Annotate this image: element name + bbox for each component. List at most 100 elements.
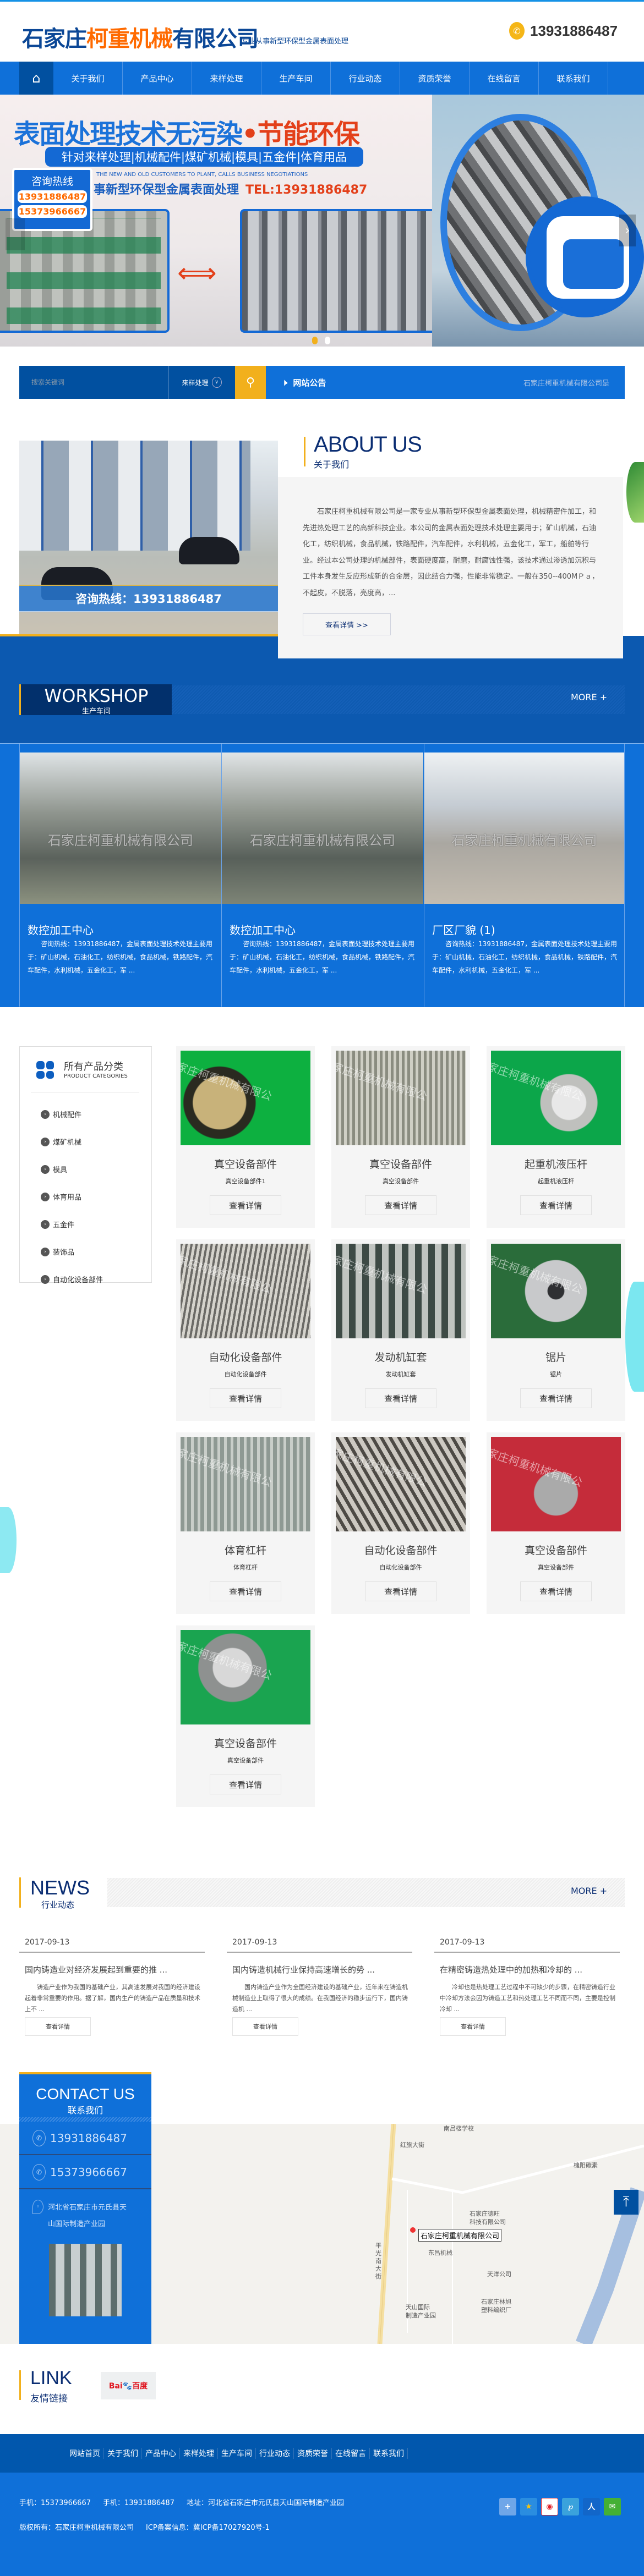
footer-nav-link[interactable]: 关于我们 xyxy=(104,2448,142,2459)
category-item[interactable]: › 装饰品 xyxy=(41,1246,74,1257)
wechat-icon[interactable]: ✉ xyxy=(604,2498,621,2515)
product-card[interactable]: 家庄柯重机械有限公 自动化设备部件 自动化设备部件 查看详情 xyxy=(176,1239,315,1421)
news-title-link[interactable]: 国内铸造机械行业保持高速增长的势 ... xyxy=(232,1964,408,1975)
product-detail-button[interactable]: 查看详情 xyxy=(210,1195,281,1215)
nav-item[interactable]: 产品中心 xyxy=(123,62,192,95)
category-item[interactable]: › 煤矿机械 xyxy=(41,1136,81,1147)
banner-prev-button[interactable] xyxy=(6,218,25,250)
news-detail-button[interactable]: 查看详情 xyxy=(440,2017,506,2036)
notice-text[interactable]: 石家庄柯重机械有限公司是 xyxy=(523,377,609,388)
product-detail-button[interactable]: 查看详情 xyxy=(520,1581,592,1601)
product-name[interactable]: 自动化设备部件 xyxy=(176,1349,315,1364)
banner-next-button[interactable]: › xyxy=(619,215,636,246)
news-title-link[interactable]: 国内铸造业对经济发展起到重要的推 ... xyxy=(25,1964,201,1975)
footer-icp[interactable]: ICP备案信息：冀ICP备17027920号-1 xyxy=(146,2524,270,2532)
renren-icon[interactable]: 人 xyxy=(583,2498,600,2515)
product-card[interactable]: 家庄柯重机械有限公 真空设备部件 真空设备部件1 查看详情 xyxy=(176,1046,315,1228)
product-image[interactable]: 家庄柯重机械有限公 xyxy=(336,1437,466,1531)
product-card[interactable]: 家庄柯重机械有限公 起重机液压杆 起重机液压杆 查看详情 xyxy=(487,1046,625,1228)
news-title-link[interactable]: 在精密铸造热处理中的加热和冷却的 ... xyxy=(440,1964,616,1975)
product-image[interactable]: 家庄柯重机械有限公 xyxy=(491,1437,621,1531)
nav-item[interactable]: 在线留言 xyxy=(470,62,539,95)
nav-item[interactable]: 资质荣誉 xyxy=(400,62,470,95)
about-accent-line xyxy=(0,634,278,636)
product-detail-button[interactable]: 查看详情 xyxy=(210,1581,281,1601)
search-category-select[interactable]: 来样处理 ∨ xyxy=(168,366,235,399)
product-name[interactable]: 体育杠杆 xyxy=(176,1542,315,1557)
map-marker[interactable]: 石家庄柯重机械有限公司 xyxy=(418,2229,502,2242)
product-name[interactable]: 自动化设备部件 xyxy=(331,1542,470,1557)
product-image[interactable]: 家庄柯重机械有限公 xyxy=(181,1244,310,1338)
footer-nav-link[interactable]: 在线留言 xyxy=(332,2448,370,2459)
search-input[interactable] xyxy=(19,366,168,399)
footer-nav-link[interactable]: 资质荣誉 xyxy=(294,2448,332,2459)
nav-item[interactable]: 行业动态 xyxy=(331,62,400,95)
product-image[interactable]: 家庄柯重机械有限公 xyxy=(491,1051,621,1145)
share-more-icon[interactable]: + xyxy=(499,2498,516,2515)
category-item[interactable]: › 体育用品 xyxy=(41,1191,81,1202)
product-image[interactable]: 家庄柯重机械有限公 xyxy=(181,1051,310,1145)
product-image[interactable]: 家庄柯重机械有限公 xyxy=(181,1630,310,1724)
category-item[interactable]: › 模具 xyxy=(41,1164,67,1174)
footer-nav-link[interactable]: 联系我们 xyxy=(370,2448,408,2459)
slide-dot-2[interactable] xyxy=(325,337,330,344)
weibo-icon[interactable]: ◉ xyxy=(541,2498,558,2515)
product-name[interactable]: 真空设备部件 xyxy=(176,1735,315,1750)
workshop-card[interactable]: 石家庄柯重机械有限公司 厂区厂貌 (1) 咨询热线：13931886487，金属表面… xyxy=(424,744,625,1007)
back-to-top-button[interactable]: ⤒ xyxy=(614,2190,638,2215)
nav-item[interactable]: 生产车间 xyxy=(261,62,331,95)
product-name[interactable]: 真空设备部件 xyxy=(331,1156,470,1171)
product-image[interactable]: 家庄柯重机械有限公 xyxy=(336,1051,466,1145)
workshop-card[interactable]: 石家庄柯重机械有限公司 数控加工中心 咨询热线：13931886487，金属表面处理… xyxy=(221,744,423,1007)
product-name[interactable]: 发动机缸套 xyxy=(331,1349,470,1364)
category-item[interactable]: › 五金件 xyxy=(41,1219,74,1229)
product-image[interactable]: 家庄柯重机械有限公 xyxy=(491,1244,621,1338)
product-detail-button[interactable]: 查看详情 xyxy=(365,1581,436,1601)
footer-nav-link[interactable]: 产品中心 xyxy=(142,2448,180,2459)
nav-item[interactable]: 来样处理 xyxy=(192,62,261,95)
nav-item[interactable]: 联系我们 xyxy=(539,62,608,95)
product-detail-button[interactable]: 查看详情 xyxy=(520,1195,592,1215)
product-detail-button[interactable]: 查看详情 xyxy=(365,1195,436,1215)
category-item[interactable]: › 机械配件 xyxy=(41,1109,81,1119)
workshop-more-link[interactable]: MORE + xyxy=(571,692,607,702)
footer-nav-link[interactable]: 生产车间 xyxy=(218,2448,256,2459)
search-button[interactable]: ⚲ xyxy=(235,366,266,399)
news-detail-button[interactable]: 查看详情 xyxy=(25,2017,91,2036)
product-detail-button[interactable]: 查看详情 xyxy=(520,1388,592,1408)
qzone-icon[interactable]: ★ xyxy=(520,2498,537,2515)
about-more-button[interactable]: 查看详情 >> xyxy=(303,613,391,635)
contact-image xyxy=(49,2244,122,2316)
product-card[interactable]: 家庄柯重机械有限公 真空设备部件 真空设备部件 查看详情 xyxy=(487,1432,625,1614)
footer-nav-link[interactable]: 行业动态 xyxy=(256,2448,294,2459)
product-card[interactable]: 家庄柯重机械有限公 真空设备部件 真空设备部件 查看详情 xyxy=(176,1625,315,1807)
product-image[interactable]: 家庄柯重机械有限公 xyxy=(336,1244,466,1338)
product-detail-button[interactable]: 查看详情 xyxy=(365,1388,436,1408)
tencent-weibo-icon[interactable]: ℘ xyxy=(562,2498,579,2515)
product-card[interactable]: 家庄柯重机械有限公 发动机缸套 发动机缸套 查看详情 xyxy=(331,1239,470,1421)
baidu-link[interactable]: Bai🐾百度 xyxy=(101,2372,156,2399)
workshop-card[interactable]: 石家庄柯重机械有限公司 数控加工中心 咨询热线：13931886487，金属表面处理… xyxy=(19,744,221,1007)
category-item[interactable]: › 自动化设备部件 xyxy=(41,1274,103,1284)
product-name[interactable]: 起重机液压杆 xyxy=(487,1156,625,1171)
product-card[interactable]: 家庄柯重机械有限公 锯片 锯片 查看详情 xyxy=(487,1239,625,1421)
footer-nav-link[interactable]: 网站首页 xyxy=(66,2448,104,2459)
nav-item[interactable]: 关于我们 xyxy=(53,62,123,95)
product-detail-button[interactable]: 查看详情 xyxy=(210,1388,281,1408)
product-card[interactable]: 家庄柯重机械有限公 体育杠杆 体育杠杆 查看详情 xyxy=(176,1432,315,1614)
news-detail-button[interactable]: 查看详情 xyxy=(232,2017,298,2036)
product-card[interactable]: 家庄柯重机械有限公 自动化设备部件 自动化设备部件 查看详情 xyxy=(331,1432,470,1614)
site-logo[interactable]: 石家庄柯重机械有限公司 xyxy=(22,21,259,53)
slide-dot-1[interactable] xyxy=(312,337,318,344)
product-card[interactable]: 家庄柯重机械有限公 真空设备部件 真空设备部件 查看详情 xyxy=(331,1046,470,1228)
product-detail-button[interactable]: 查看详情 xyxy=(210,1775,281,1794)
product-name[interactable]: 真空设备部件 xyxy=(176,1156,315,1171)
footer-nav-link[interactable]: 来样处理 xyxy=(180,2448,218,2459)
watermark: 家庄柯重机械有限公 xyxy=(336,1446,429,1490)
news-more-link[interactable]: MORE + xyxy=(571,1886,607,1896)
product-name[interactable]: 锯片 xyxy=(487,1349,625,1364)
nav-home[interactable]: ⌂ xyxy=(19,62,53,95)
about-photo: 咨询热线：13931886487 xyxy=(19,441,278,634)
product-name[interactable]: 真空设备部件 xyxy=(487,1542,625,1557)
product-image[interactable]: 家庄柯重机械有限公 xyxy=(181,1437,310,1531)
